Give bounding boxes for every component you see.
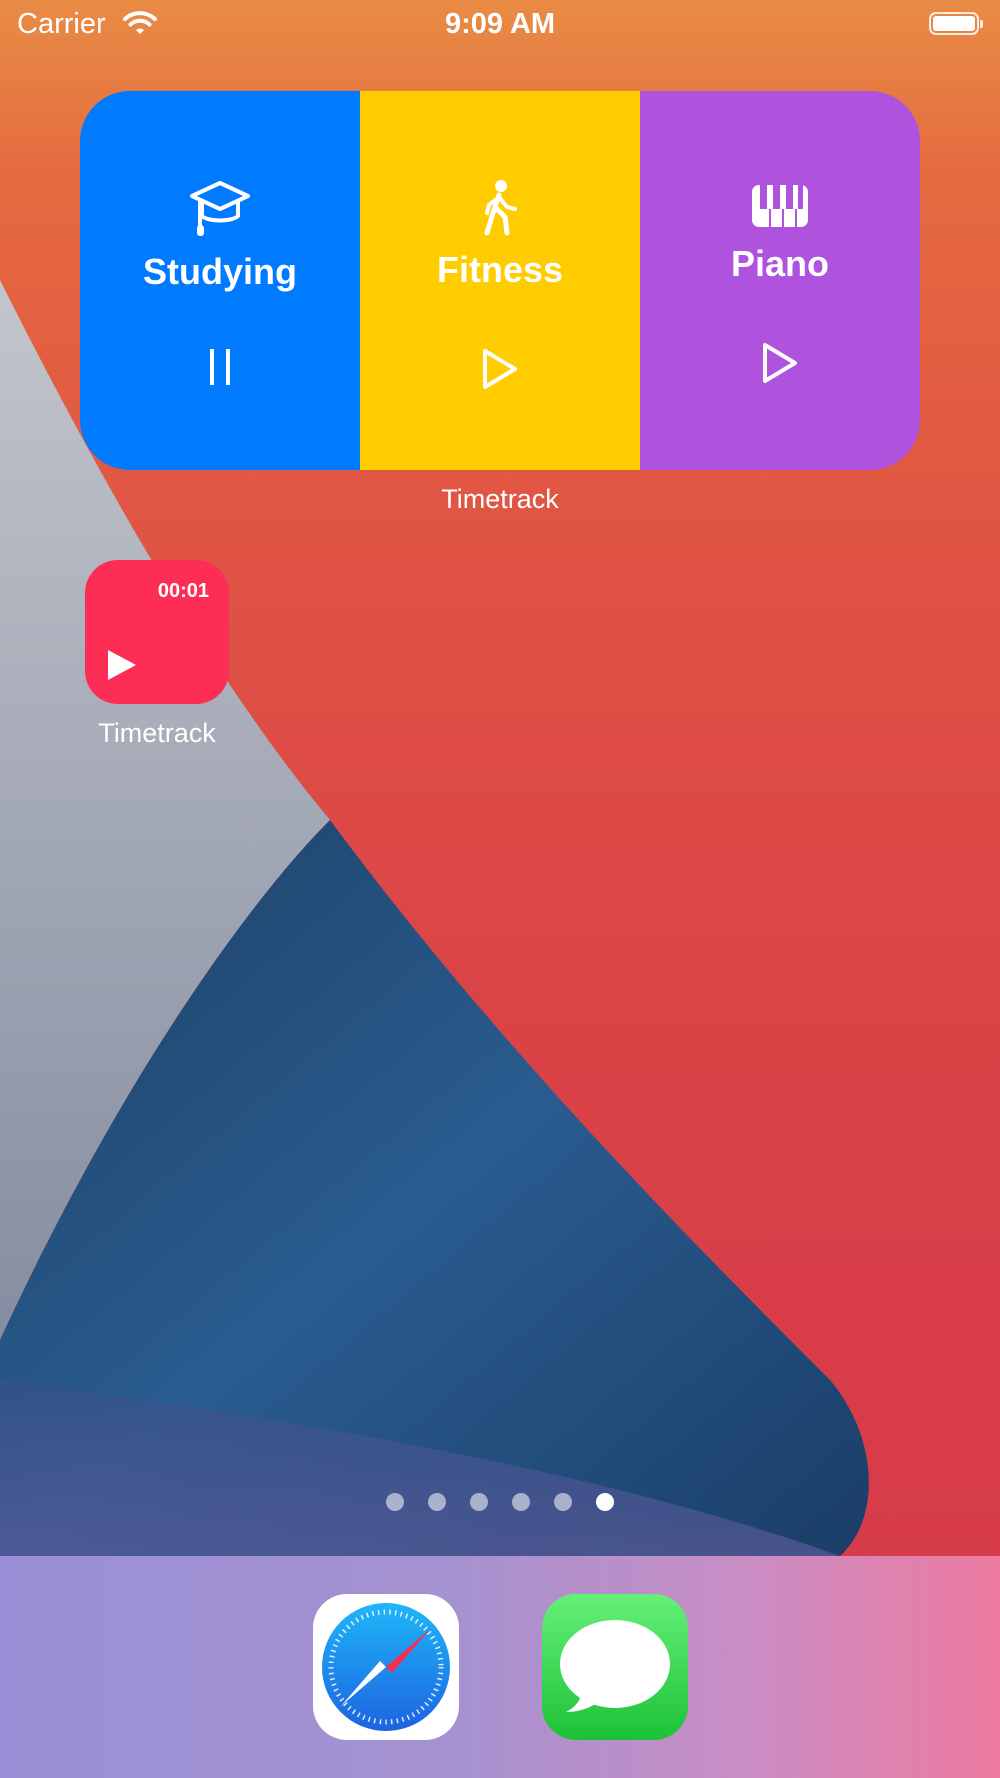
widget-item-piano[interactable]: Piano	[640, 91, 920, 470]
battery-icon	[929, 12, 983, 35]
timetrack-app-icon[interactable]: 00:01	[85, 560, 229, 704]
widget-label-fitness: Fitness	[436, 249, 564, 290]
widget-label-studying: Studying	[143, 251, 297, 292]
play-icon	[108, 650, 136, 680]
page-dot-active[interactable]	[596, 1493, 614, 1511]
page-dot[interactable]	[512, 1493, 530, 1511]
status-time: 9:09 AM	[444, 8, 556, 40]
widget-label-piano: Piano	[730, 243, 829, 284]
messages-app-icon[interactable]	[542, 1594, 688, 1740]
safari-app-icon[interactable]	[313, 1594, 459, 1740]
pause-icon[interactable]	[80, 347, 360, 387]
play-icon[interactable]	[640, 341, 920, 385]
dock	[0, 1556, 1000, 1778]
app-label: Timetrack	[98, 718, 216, 748]
graduation-cap-icon	[80, 179, 360, 239]
app-timer-label: 00:01	[157, 580, 209, 602]
widget-caption: Timetrack	[441, 484, 559, 514]
speech-bubble-icon	[560, 1620, 670, 1712]
play-icon[interactable]	[360, 347, 640, 391]
widget-item-studying[interactable]: Studying	[80, 91, 360, 470]
safari-compass-icon	[322, 1603, 450, 1731]
page-dot[interactable]	[470, 1493, 488, 1511]
page-dot[interactable]	[428, 1493, 446, 1511]
timetrack-widget[interactable]: Studying Fitness Piano	[80, 91, 920, 470]
page-dot[interactable]	[554, 1493, 572, 1511]
page-dot[interactable]	[386, 1493, 404, 1511]
page-indicator[interactable]	[0, 1493, 1000, 1511]
status-bar: Carrier 9:09 AM	[0, 0, 1000, 50]
widget-item-fitness[interactable]: Fitness	[360, 91, 640, 470]
figure-walk-icon	[360, 179, 640, 237]
piano-keys-icon	[640, 185, 920, 227]
